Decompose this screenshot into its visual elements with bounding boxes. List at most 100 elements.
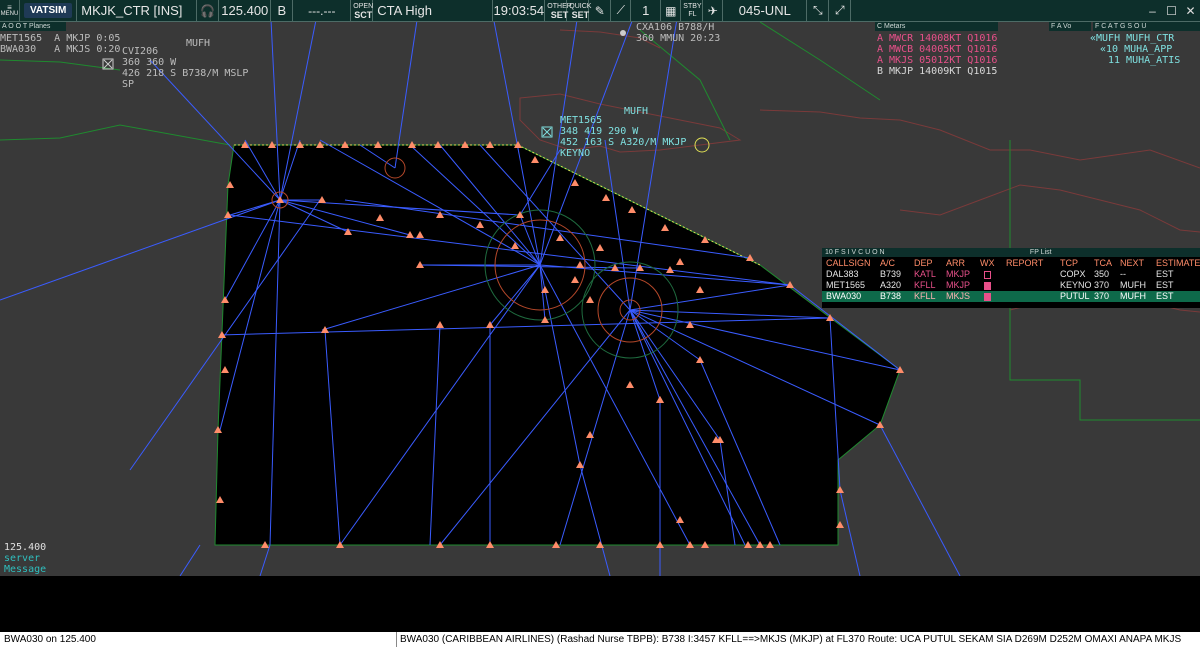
atc-row[interactable]: «MUFH MUFH_CTR [1090, 33, 1174, 44]
fav-panel-header[interactable]: F A Vo [1049, 22, 1091, 31]
set-label: SET [571, 9, 590, 20]
vatsim-logo: VATSIM [24, 3, 73, 18]
fp-list-row[interactable]: BWA030 B738 KFLL MKJS PUTUL 370 MUFH EST [822, 291, 1200, 302]
menu-button[interactable]: ≡ MENU [0, 0, 20, 21]
metars-panel-header[interactable]: C Metars [875, 22, 998, 31]
datablock-line: 426 218 S B738/M MSLP [122, 68, 249, 79]
fp-cell-tca: 350 [1094, 269, 1110, 279]
wx-indicator [984, 293, 991, 301]
pencil-icon[interactable]: ✎ [589, 0, 612, 21]
fp-list-row[interactable]: MET1565 A320 KFLL MKJP KEYNO 370 MUFH EST [822, 280, 1200, 291]
fp-cell-dep: KATL [914, 269, 936, 279]
fp-cell-tcp: KEYNO [1060, 280, 1092, 290]
wx-indicator [984, 271, 991, 279]
fp-column-header[interactable]: NEXT [1120, 258, 1144, 269]
top-toolbar: ≡ MENU VATSIM MKJK_CTR [INS] 🎧 125.400 B… [0, 0, 1200, 22]
datablock-line: KEYNO [560, 148, 591, 159]
callsign-display[interactable]: MKJK_CTR [INS] [77, 0, 198, 21]
fp-list-titlebar[interactable]: 10 F S I V C U O N FP List [822, 248, 1200, 257]
fp-cell-tca: 370 [1094, 280, 1110, 290]
metar-row[interactable]: A MWCR 14008KT Q1016 [877, 33, 997, 44]
fp-column-header[interactable]: ESTIMATE [1156, 258, 1200, 269]
fp-cell-est: EST [1156, 291, 1174, 301]
fp-list-tabs[interactable]: 10 F S I V C U O N [825, 248, 885, 257]
metar-row[interactable]: A MWCB 04005KT Q1016 [877, 44, 997, 55]
fp-column-header[interactable]: TCA [1094, 258, 1112, 269]
close-icon[interactable]: ✕ [1181, 1, 1200, 20]
message-frequency: 125.400 [4, 542, 47, 553]
minimize-icon[interactable]: – [1143, 1, 1162, 20]
measure-icon[interactable]: ⤡ [807, 0, 830, 21]
fp-list-column-headers: CALLSIGN A/C DEP ARR WX REPORT TCP TCA NEXT ESTIM… [822, 258, 1200, 269]
aircraft-cvi206[interactable] [102, 58, 114, 70]
planes-row[interactable]: MET1565 A MKJP 0:05 [0, 33, 120, 44]
planes-row[interactable]: BWA030 A MKJS 0:20 [0, 44, 120, 55]
aircraft-met1565[interactable] [541, 126, 553, 138]
fp-column-header[interactable]: DEP [914, 258, 933, 269]
fp-cell-tcp: PUTUL [1060, 291, 1090, 301]
fp-cell-tca: 370 [1094, 291, 1110, 301]
sector-area [214, 144, 901, 546]
metar-row[interactable]: A MKJS 05012KT Q1016 [877, 55, 997, 66]
ruler-icon[interactable]: ⟋ [611, 0, 632, 21]
fp-cell-dep: KFLL [914, 291, 936, 301]
other-set-button[interactable]: OTHER SET [545, 0, 572, 21]
fp-cell-dep: KFLL [914, 280, 936, 290]
datablock-line: 348 419 290 W [560, 126, 639, 137]
datablock-line: SP [122, 79, 135, 90]
fp-cell-ac: B739 [880, 269, 902, 279]
fp-cell-tcp: COPX [1060, 269, 1086, 279]
fp-cell-arr: MKJP [946, 280, 971, 290]
fp-cell-next: MUFH [1120, 291, 1146, 301]
grid-icon[interactable]: ▦ [661, 0, 682, 21]
fp-column-header[interactable]: CALLSIGN [826, 258, 871, 269]
sct-label: SCT [354, 9, 373, 20]
frequency-display[interactable]: 125.400 [219, 0, 272, 21]
fp-column-header[interactable]: WX [980, 258, 995, 269]
utc-clock: 19:03:54 [493, 0, 546, 21]
aircraft-info-line: BWA030 (CARIBBEAN AIRLINES) (Rashad Nurs… [400, 634, 1182, 645]
stby-button[interactable]: STBY FL [681, 0, 704, 21]
fp-cell-arr: MKJS [946, 291, 971, 301]
message-line: server [4, 553, 41, 564]
sector-name[interactable]: CTA High [373, 0, 494, 21]
atc-row[interactable]: 11 MUHA_ATIS [1108, 55, 1180, 66]
fp-cell-arr: MKJP [946, 269, 971, 279]
plane-icon[interactable]: ✈ [703, 0, 724, 21]
metars-list: A MWCR 14008KT Q1016 A MWCB 04005KT Q1016… [877, 33, 997, 77]
menu-icon: ≡ [7, 2, 12, 12]
maximize-icon[interactable]: ☐ [1162, 1, 1181, 20]
atis-letter[interactable]: B [271, 0, 294, 21]
fp-cell-ac: A320 [880, 280, 902, 290]
fp-column-header[interactable]: TCP [1060, 258, 1078, 269]
fp-cell-callsign: BWA030 [826, 291, 862, 301]
altitude-filter[interactable]: 045-UNL [723, 0, 808, 21]
metar-row[interactable]: B MKJP 14009KT Q1015 [877, 66, 997, 77]
fp-cell-next: -- [1120, 269, 1126, 279]
datablock-line: CVI206 [122, 46, 159, 57]
counter-display[interactable]: 1 [631, 0, 662, 21]
datablock-cxa106[interactable]: CXA106 B788/H 360 MMUN 20:23 [636, 22, 720, 44]
fp-cell-est: EST [1156, 280, 1174, 290]
message-line: Message [4, 564, 47, 575]
datablock-line: CXA106 B788/H [636, 22, 715, 33]
quick-set-button[interactable]: QUICK SET [567, 0, 591, 21]
secondary-frequency[interactable]: ---.--- [293, 0, 352, 21]
fp-column-header[interactable]: ARR [946, 258, 965, 269]
fp-column-header[interactable]: A/C [880, 258, 895, 269]
atc-row[interactable]: «10 MUHA_APP [1100, 44, 1172, 55]
datablock-line: 452 163 S A320/M MKJP [560, 137, 687, 148]
open-sct-button[interactable]: OPEN SCT [351, 0, 374, 21]
fp-list-row[interactable]: DAL383 B739 KATL MKJP COPX 350 -- EST [822, 269, 1200, 280]
aircraft-cxa106[interactable] [620, 30, 626, 36]
fp-column-header[interactable]: REPORT [1006, 258, 1043, 269]
route-tool-icon[interactable]: ⤢ [829, 0, 852, 21]
planes-panel-header[interactable]: A O O T Planes [0, 22, 66, 31]
command-input[interactable]: BWA030 on 125.400 [4, 632, 397, 647]
datablock-cvi206[interactable]: CVI206 360 360 W 426 218 S B738/M MSLP S… [122, 46, 248, 90]
fp-cell-next: MUFH [1120, 280, 1146, 290]
fp-cell-ac: B738 [880, 291, 902, 301]
headset-icon[interactable]: 🎧 [197, 0, 220, 21]
atc-panel-header[interactable]: F C A T G S O U [1093, 22, 1200, 31]
datablock-met1565[interactable]: MET1565 348 419 290 W 452 163 S A320/M M… [560, 115, 686, 159]
